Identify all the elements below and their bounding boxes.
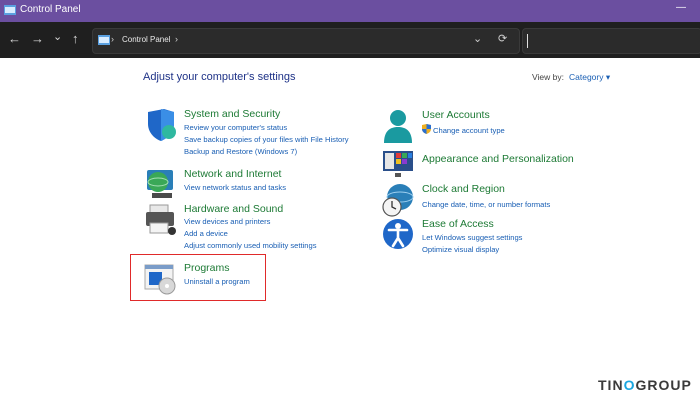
link-backup-restore[interactable]: Backup and Restore (Windows 7) xyxy=(184,147,297,156)
page-title: Adjust your computer's settings xyxy=(143,71,296,83)
link-mobility-settings[interactable]: Adjust commonly used mobility settings xyxy=(184,241,317,250)
accessibility-icon[interactable] xyxy=(382,218,416,252)
link-suggest-settings[interactable]: Let Windows suggest settings xyxy=(422,233,522,242)
breadcrumb-separator-icon[interactable]: › xyxy=(175,34,178,44)
breadcrumb-control-panel[interactable]: Control Panel xyxy=(122,35,170,44)
link-review-status[interactable]: Review your computer's status xyxy=(184,123,287,132)
control-panel-icon xyxy=(4,5,16,15)
watermark-logo: TINOGROUP xyxy=(598,377,692,393)
back-arrow-icon[interactable]: ← xyxy=(8,31,21,47)
minimize-button[interactable]: — xyxy=(676,2,686,13)
highlight-box xyxy=(130,254,266,301)
category-title[interactable]: Ease of Access xyxy=(422,218,494,230)
user-icon[interactable] xyxy=(382,109,416,143)
display-icon[interactable] xyxy=(382,149,416,183)
search-input[interactable] xyxy=(522,28,700,54)
network-globe-icon[interactable] xyxy=(144,168,178,202)
category-title[interactable]: Clock and Region xyxy=(422,183,505,195)
refresh-icon[interactable]: ⟳ xyxy=(498,32,507,45)
category-title[interactable]: System and Security xyxy=(184,108,280,120)
clock-globe-icon[interactable] xyxy=(382,183,416,217)
link-add-device[interactable]: Add a device xyxy=(184,229,228,238)
up-arrow-icon[interactable]: ↑ xyxy=(72,31,79,47)
address-bar[interactable]: › Control Panel › ⌄ ⟳ xyxy=(92,28,520,54)
view-by-dropdown[interactable]: Category ▾ xyxy=(569,72,610,83)
text-caret xyxy=(527,34,528,48)
shield-icon[interactable] xyxy=(144,108,178,142)
link-network-status[interactable]: View network status and tasks xyxy=(184,183,286,192)
recent-locations-icon[interactable]: ⌄ xyxy=(53,29,62,45)
forward-arrow-icon[interactable]: → xyxy=(31,31,44,47)
breadcrumb-separator-icon[interactable]: › xyxy=(111,34,114,44)
address-dropdown-icon[interactable]: ⌄ xyxy=(473,32,482,45)
link-optimize-display[interactable]: Optimize visual display xyxy=(422,245,499,254)
link-date-time-formats[interactable]: Change date, time, or number formats xyxy=(422,200,550,209)
title-bar: Control Panel — xyxy=(0,0,700,22)
category-title[interactable]: User Accounts xyxy=(422,109,490,121)
link-change-account-type[interactable]: Change account type xyxy=(433,126,505,135)
control-panel-icon xyxy=(98,35,110,45)
printer-icon[interactable] xyxy=(144,203,178,237)
category-title[interactable]: Appearance and Personalization xyxy=(422,153,574,165)
uac-shield-icon xyxy=(422,124,431,134)
category-title[interactable]: Network and Internet xyxy=(184,168,281,180)
window-title: Control Panel xyxy=(20,4,81,15)
link-devices-printers[interactable]: View devices and printers xyxy=(184,217,270,226)
navigation-bar: ← → ⌄ ↑ › Control Panel › ⌄ ⟳ xyxy=(0,22,700,58)
link-file-history[interactable]: Save backup copies of your files with Fi… xyxy=(184,135,349,144)
category-title[interactable]: Hardware and Sound xyxy=(184,203,283,215)
view-by-label: View by: xyxy=(532,72,564,82)
